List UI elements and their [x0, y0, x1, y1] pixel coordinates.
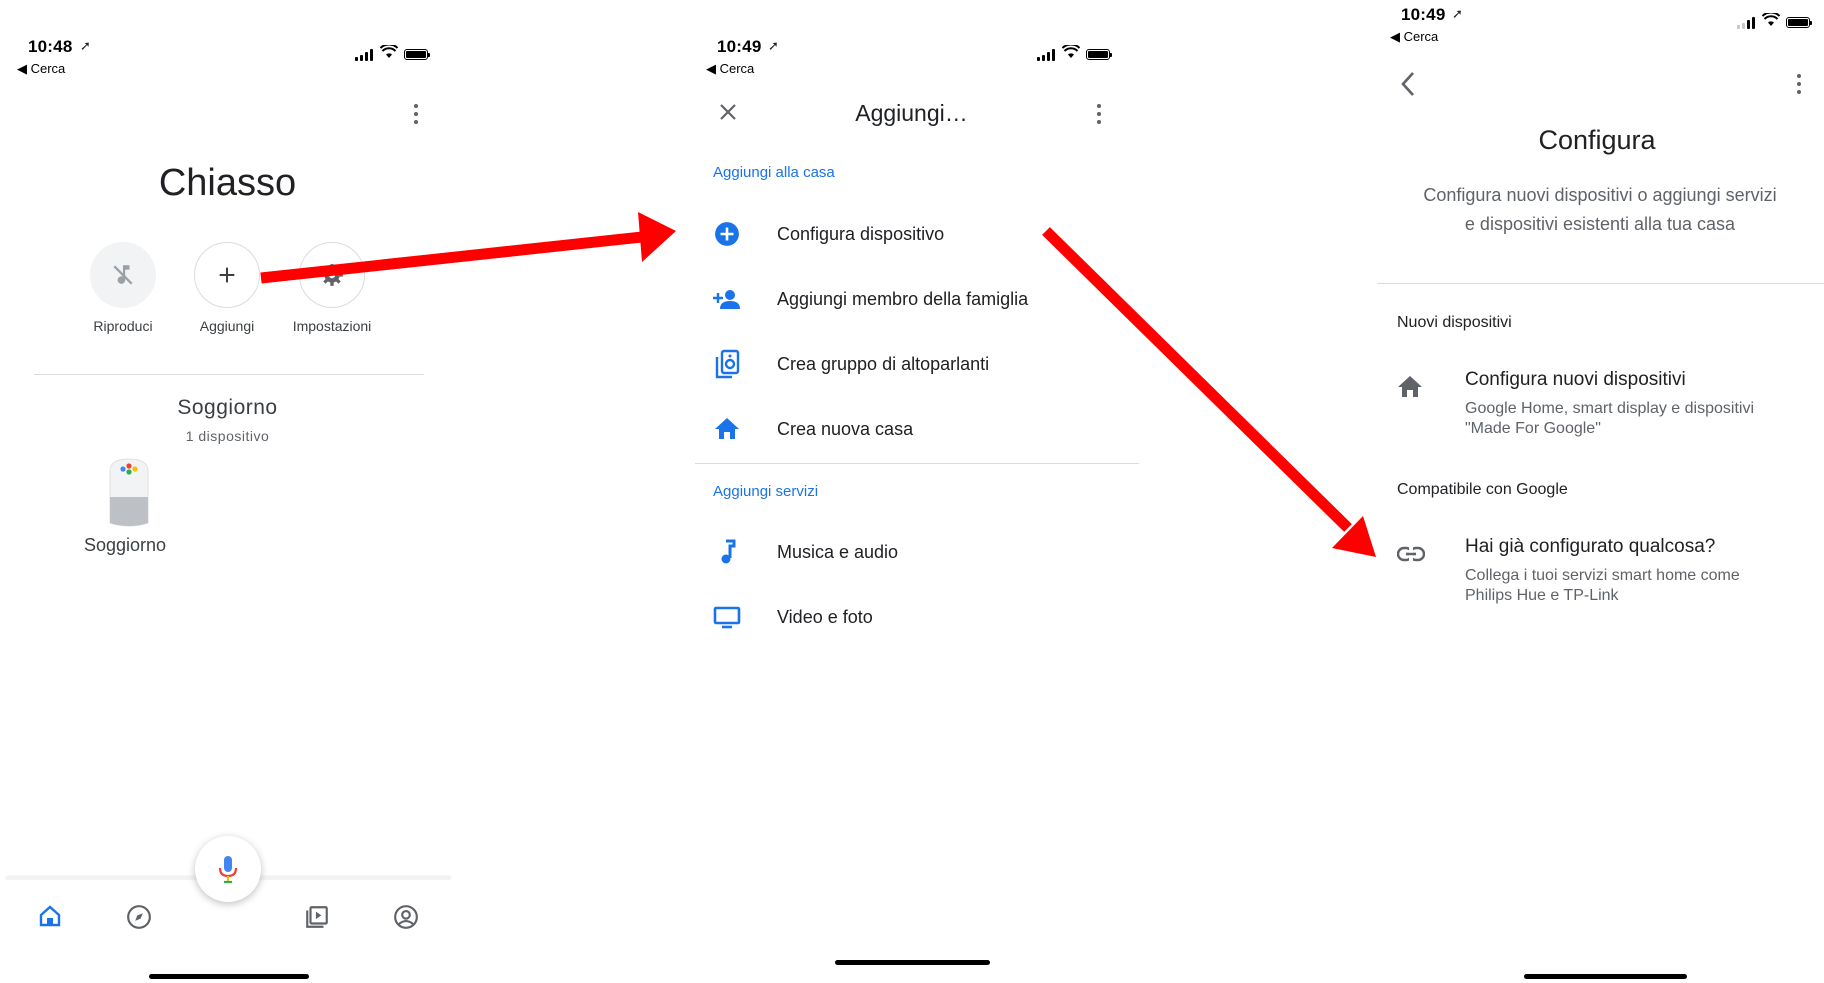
page-title: Configura: [1538, 125, 1656, 155]
back-to-search-link[interactable]: ◀ Cerca: [1390, 29, 1438, 45]
device-name: Soggiorno: [84, 535, 167, 555]
status-time: 10:49: [717, 37, 762, 56]
home-icon: [1397, 375, 1423, 404]
nav-media-icon[interactable]: [304, 904, 330, 935]
item-title: Configura nuovi dispositivi: [1465, 369, 1686, 390]
speaker-group-icon: [712, 349, 742, 379]
wifi-icon: [1061, 43, 1081, 64]
status-time: 10:48: [28, 37, 73, 56]
section-works-with-google: Compatibile con Google: [1397, 481, 1568, 498]
mic-icon: [218, 856, 238, 884]
add-circle-icon: [712, 219, 742, 249]
menu-item-music-audio[interactable]: Musica e audio: [712, 532, 898, 572]
battery-icon: [1786, 17, 1812, 28]
menu-item-label: Configura dispositivo: [777, 223, 945, 244]
menu-item-video-photo[interactable]: Video e foto: [712, 597, 873, 637]
more-options-icon[interactable]: [414, 104, 418, 124]
item-description-line: "Made For Google": [1465, 420, 1601, 437]
item-description: Google Home, smart display e dispositivi…: [1465, 399, 1815, 439]
menu-item-speaker-group[interactable]: Crea gruppo di altoparlanti: [712, 344, 989, 384]
location-arrow-icon: ➚: [1452, 6, 1463, 21]
more-options-icon[interactable]: [1797, 74, 1801, 94]
back-to-search-link[interactable]: ◀ Cerca: [706, 61, 754, 77]
settings-action-label: Impostazioni: [292, 318, 372, 334]
link-icon: [1396, 546, 1426, 567]
section-add-services: Aggiungi servizi: [713, 483, 819, 500]
item-description-line: Philips Hue e TP-Link: [1465, 587, 1619, 604]
divider: [695, 463, 1139, 464]
item-title: Hai già configurato qualcosa?: [1465, 536, 1716, 557]
plus-icon: [194, 242, 260, 308]
home-indicator[interactable]: [1524, 974, 1687, 979]
tv-icon: [712, 602, 742, 632]
music-off-icon: [90, 242, 156, 308]
room-title: Soggiorno: [177, 396, 278, 419]
mic-button[interactable]: [195, 836, 261, 902]
menu-item-label: Aggiungi membro della famiglia: [777, 288, 1029, 309]
gear-icon: [299, 242, 365, 308]
home-indicator[interactable]: [149, 974, 309, 979]
screen-add: 10:49 ➚ ◀ Cerca Aggiungi… Aggiungi alla …: [684, 0, 1139, 983]
list-item-configure-new-devices[interactable]: Configura nuovi dispositivi Google Home,…: [1397, 365, 1817, 445]
wifi-icon: [1761, 11, 1781, 32]
divider: [1377, 283, 1824, 284]
nav-explore-icon[interactable]: [126, 904, 152, 935]
item-description-line: Google Home, smart display e dispositivi: [1465, 400, 1755, 417]
menu-item-label: Video e foto: [777, 606, 873, 627]
screen-home: 10:48 ➚ ◀ Cerca Chiasso Riproduci Aggiun…: [0, 0, 455, 983]
item-description-line: Collega i tuoi servizi smart home come: [1465, 567, 1740, 584]
battery-icon: [1086, 49, 1112, 60]
home-title: Chiasso: [158, 162, 297, 204]
signal-icon: [355, 49, 373, 61]
battery-icon: [404, 49, 430, 60]
person-add-icon: [712, 284, 742, 314]
menu-item-label: Crea gruppo di altoparlanti: [777, 353, 990, 374]
back-to-search-link[interactable]: ◀ Cerca: [17, 61, 65, 77]
location-arrow-icon: ➚: [768, 38, 779, 53]
section-new-devices: Nuovi dispositivi: [1397, 314, 1512, 331]
location-arrow-icon: ➚: [80, 38, 91, 53]
settings-action-button[interactable]: Impostazioni: [282, 242, 382, 334]
room-device-count: 1 dispositivo: [185, 428, 270, 444]
item-description: Collega i tuoi servizi smart home come P…: [1465, 566, 1815, 606]
page-title: Aggiungi…: [855, 100, 968, 126]
wifi-icon: [379, 43, 399, 63]
menu-item-label: Musica e audio: [777, 541, 899, 562]
music-note-icon: [712, 537, 742, 567]
page-subtitle-line: Configura nuovi dispositivi o aggiungi s…: [1423, 185, 1777, 205]
nav-account-icon[interactable]: [393, 904, 419, 935]
home-indicator[interactable]: [835, 960, 990, 965]
page-subtitle-line: e dispositivi esistenti alla tua casa: [1464, 214, 1736, 234]
signal-icon: [1037, 49, 1055, 61]
menu-item-add-family-member[interactable]: Aggiungi membro della famiglia: [712, 279, 1028, 319]
add-action-button[interactable]: Aggiungi: [177, 242, 277, 334]
menu-item-configure-device[interactable]: Configura dispositivo: [712, 214, 944, 254]
status-time: 10:49: [1401, 5, 1446, 24]
menu-item-new-home[interactable]: Crea nuova casa: [712, 409, 913, 449]
play-action-button[interactable]: Riproduci: [73, 242, 173, 334]
play-action-label: Riproduci: [93, 318, 153, 334]
add-action-label: Aggiungi: [199, 318, 255, 334]
screen-configure: 10:49 ➚ ◀ Cerca Configura Configura nuov…: [1370, 0, 1824, 983]
page-subtitle: Configura nuovi dispositivi o aggiungi s…: [1380, 181, 1820, 239]
home-icon: [712, 414, 742, 444]
section-add-to-home: Aggiungi alla casa: [713, 164, 835, 181]
more-options-icon[interactable]: [1097, 104, 1101, 124]
divider: [34, 374, 424, 375]
nav-home-icon[interactable]: [38, 904, 62, 933]
menu-item-label: Crea nuova casa: [777, 418, 914, 439]
list-item-link-existing[interactable]: Hai già configurato qualcosa? Collega i …: [1396, 532, 1817, 612]
signal-icon: [1737, 17, 1755, 29]
back-arrow-icon[interactable]: [1400, 70, 1416, 103]
google-home-speaker-icon[interactable]: [104, 457, 154, 532]
